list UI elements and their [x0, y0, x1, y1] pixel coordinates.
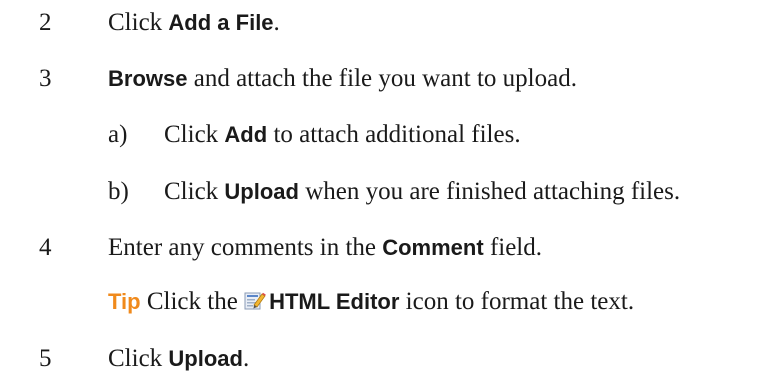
substep-a: a) Click Add to attach additional files.: [0, 120, 781, 150]
tip-text: Tip Click the HTML Editor icon to format…: [108, 288, 635, 315]
step-text: Click Upload.: [108, 345, 250, 372]
ui-label-html-editor: HTML Editor: [269, 289, 400, 314]
step-4: 4 Enter any comments in the Comment fiel…: [0, 233, 781, 263]
ui-label-browse: Browse: [108, 66, 188, 91]
ui-label-upload: Upload: [224, 179, 299, 204]
step-3: 3 Browse and attach the file you want to…: [0, 64, 781, 94]
ui-label-comment: Comment: [382, 235, 484, 260]
substep-letter: b): [108, 178, 129, 205]
ui-label-upload: Upload: [168, 346, 243, 371]
html-editor-icon: [244, 290, 266, 312]
step-2: 2 Click Add a File.: [0, 8, 781, 38]
tip-note: Tip Click the HTML Editor icon to format…: [0, 287, 781, 317]
step-5: 5 Click Upload.: [0, 344, 781, 374]
substep-text: Click Upload when you are finished attac…: [164, 178, 681, 205]
substep-text: Click Add to attach additional files.: [164, 121, 521, 148]
ui-label-add: Add: [224, 122, 268, 147]
substep-letter: a): [108, 121, 128, 148]
step-text: Enter any comments in the Comment field.: [108, 234, 543, 261]
step-text: Browse and attach the file you want to u…: [108, 65, 577, 92]
step-number: 4: [39, 234, 52, 261]
ui-label-add-a-file: Add a File: [168, 10, 274, 35]
step-text: Click Add a File.: [108, 9, 280, 36]
substep-b: b) Click Upload when you are finished at…: [0, 177, 781, 207]
step-number: 3: [39, 65, 52, 92]
step-number: 2: [39, 9, 52, 36]
tip-label: Tip: [108, 289, 141, 314]
step-number: 5: [39, 345, 52, 372]
